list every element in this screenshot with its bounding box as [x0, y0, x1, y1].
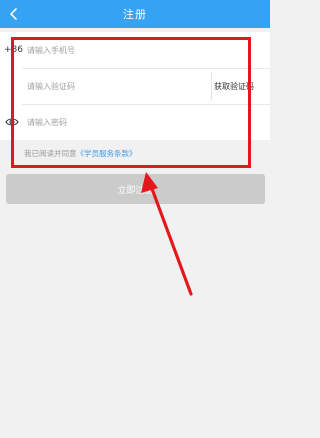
verification-code-input[interactable] — [27, 76, 197, 96]
country-code[interactable]: +86 — [4, 45, 23, 55]
code-row: 获取验证码 — [0, 68, 270, 104]
top-bar: 注册 — [0, 0, 270, 28]
register-form: +86 获取验证码 — [0, 32, 270, 140]
agreement-line: 我已阅读并同意《学员服务条款》 — [24, 148, 137, 159]
phone-input[interactable] — [27, 40, 197, 60]
register-button[interactable]: 立即注册 — [6, 174, 265, 204]
phone-row: +86 — [0, 32, 270, 68]
eye-icon[interactable] — [5, 116, 19, 128]
chevron-left-icon — [10, 8, 17, 20]
divider — [211, 72, 212, 100]
get-code-button[interactable]: 获取验证码 — [214, 76, 254, 96]
password-row — [0, 104, 270, 140]
register-screen: 注册 +86 获取验证码 我已阅读并同意《学员服务条款》 立即注册 — [0, 0, 270, 438]
password-input[interactable] — [27, 112, 197, 132]
terms-link[interactable]: 《学员服务条款》 — [77, 149, 137, 158]
back-button[interactable] — [2, 2, 26, 26]
page-title: 注册 — [123, 8, 147, 21]
agreement-text: 我已阅读并同意 — [24, 149, 77, 158]
